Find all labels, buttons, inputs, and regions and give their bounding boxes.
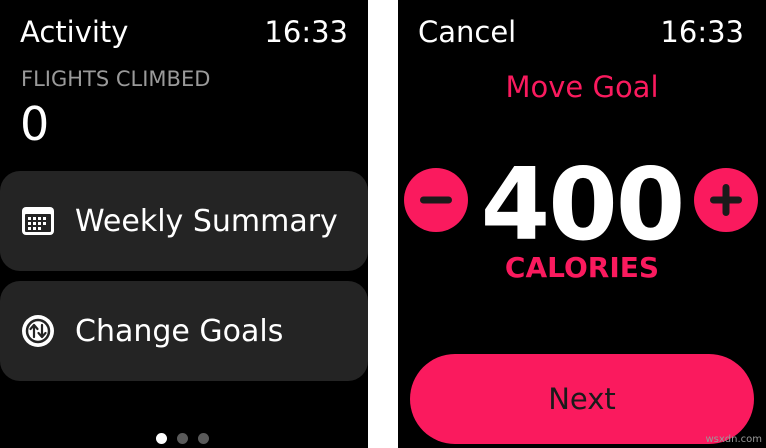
activity-screen: Activity 16:33 FLIGHTS CLIMBED 0 Weekly … (0, 0, 368, 448)
watermark: wsxdn.com (705, 434, 762, 445)
page-indicator (156, 433, 209, 444)
next-button[interactable]: Next (410, 354, 754, 444)
weekly-summary-label: Weekly Summary (75, 204, 338, 239)
next-button-label: Next (548, 382, 616, 416)
change-goals-label: Change Goals (75, 314, 284, 349)
page-dot-active (156, 433, 167, 444)
flights-climbed-label: FLIGHTS CLIMBED (21, 67, 211, 91)
move-goal-screen: Cancel 16:33 Move Goal 400 CALORIES Next… (398, 0, 766, 448)
weekly-summary-button[interactable]: Weekly Summary (0, 171, 368, 271)
move-goal-title: Move Goal (505, 70, 659, 104)
change-goals-icon (20, 313, 56, 349)
increase-goal-button[interactable] (694, 168, 758, 232)
page-dot (198, 433, 209, 444)
flights-climbed-value: 0 (20, 97, 50, 151)
page-dot (177, 433, 188, 444)
calendar-icon (20, 203, 56, 239)
cancel-button[interactable]: Cancel (418, 14, 516, 50)
clock: 16:33 (264, 15, 348, 49)
screen-title: Activity (20, 15, 129, 49)
clock: 16:33 (660, 15, 744, 49)
change-goals-button[interactable]: Change Goals (0, 281, 368, 381)
move-goal-unit: CALORIES (504, 251, 660, 284)
plus-icon (710, 184, 742, 216)
